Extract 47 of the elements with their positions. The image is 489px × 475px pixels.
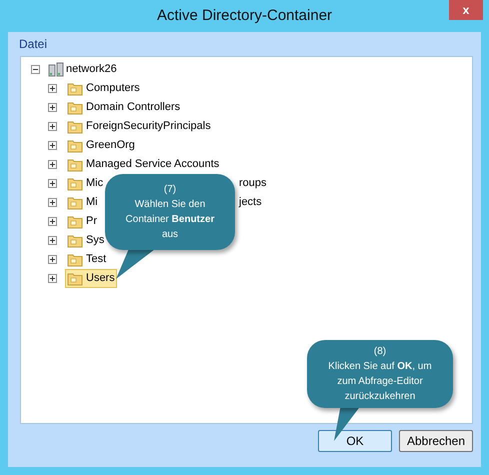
expand-icon[interactable]: [48, 236, 57, 245]
expand-icon[interactable]: [48, 217, 57, 226]
folder-icon: [67, 158, 83, 172]
tree-item-fragment: roups: [239, 176, 267, 192]
server-icon: [48, 62, 64, 78]
dialog-button[interactable]: OK: [318, 430, 392, 452]
tree-item[interactable]: Pr: [65, 212, 99, 231]
folder-icon: [67, 196, 83, 210]
menu-item[interactable]: Datei: [12, 35, 54, 53]
tree-item[interactable]: GreenOrg: [65, 136, 137, 155]
folder-icon: [67, 234, 83, 248]
folder-icon: [67, 252, 83, 266]
tree-item[interactable]: Test: [65, 250, 108, 269]
tree-item[interactable]: Managed Service Accounts: [65, 155, 222, 174]
expand-icon[interactable]: [48, 274, 57, 283]
tree-item[interactable]: Users: [65, 269, 117, 288]
tree-item-fragment: jects: [239, 195, 262, 210]
expand-icon[interactable]: [48, 198, 57, 207]
folder-icon: [67, 120, 83, 134]
expand-icon[interactable]: [48, 141, 57, 150]
expand-icon[interactable]: [48, 84, 57, 93]
close-button[interactable]: x: [449, 0, 483, 20]
tree-item[interactable]: network26: [64, 60, 119, 79]
folder-icon: [67, 138, 83, 152]
folder-icon: [67, 100, 83, 114]
expand-icon[interactable]: [48, 122, 57, 131]
folder-icon: [67, 272, 83, 286]
callout-text: Wählen Sie den Container Benutzer aus: [124, 198, 216, 242]
folder-icon: [67, 82, 83, 96]
callout-number: (7): [164, 183, 176, 197]
folder-icon: [67, 214, 83, 228]
callout-number: (8): [374, 345, 386, 359]
window-title: Active Directory-Container: [156, 6, 332, 26]
tree-item[interactable]: Mic: [65, 174, 106, 193]
tree-item[interactable]: Mi: [65, 193, 100, 212]
tree-item[interactable]: Computers: [65, 79, 142, 98]
expand-icon[interactable]: [48, 179, 57, 188]
callout-text: Klicken Sie auf OK, um zum Abfrage-Editor zurückzukehren: [327, 360, 433, 404]
folder-icon: [67, 176, 83, 190]
tree-item[interactable]: Domain Controllers: [65, 98, 182, 117]
expand-icon[interactable]: [48, 160, 57, 169]
tree-item[interactable]: Sys: [65, 231, 106, 250]
collapse-icon[interactable]: [31, 65, 40, 74]
expand-icon[interactable]: [48, 255, 57, 264]
tree-item[interactable]: ForeignSecurityPrincipals: [65, 117, 213, 136]
expand-icon[interactable]: [48, 103, 57, 112]
dialog-button[interactable]: Abbrechen: [399, 430, 473, 452]
